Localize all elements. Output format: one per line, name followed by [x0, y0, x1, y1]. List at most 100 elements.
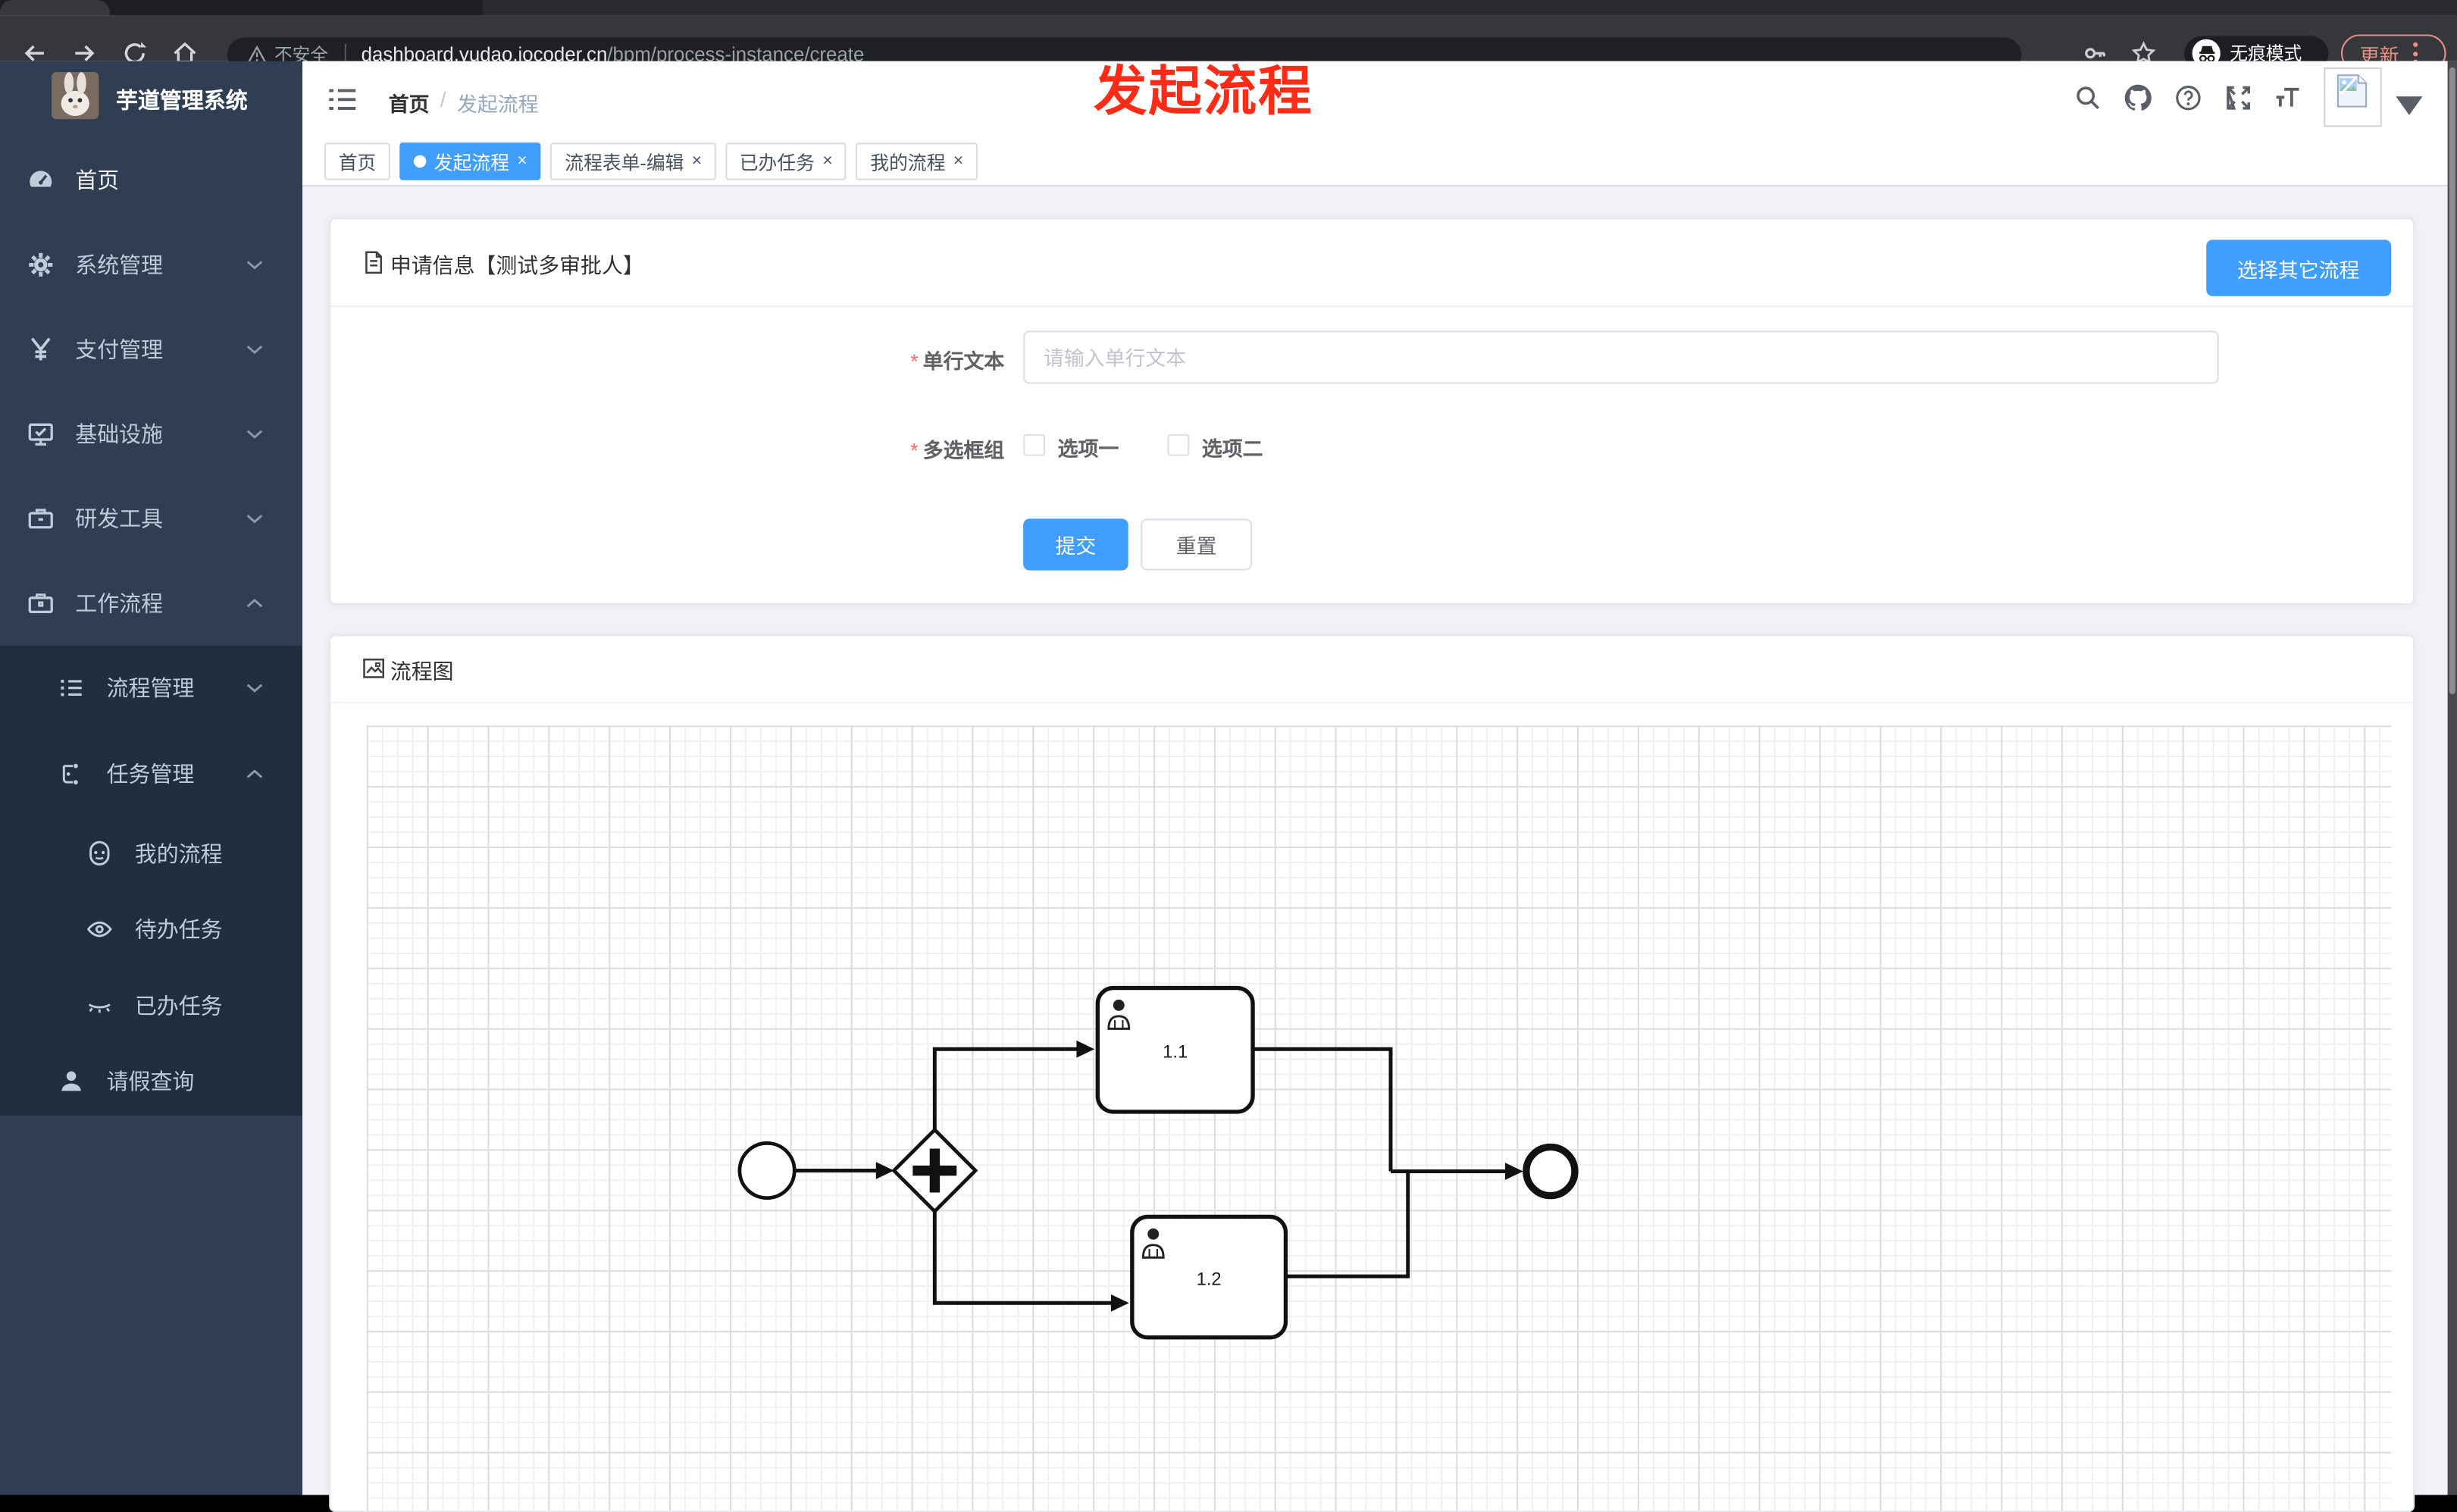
toolbox-icon: [28, 508, 53, 528]
arrowhead: [1075, 1039, 1094, 1057]
dashboard-icon: [30, 170, 52, 186]
bpmn-start-event[interactable]: [737, 1140, 796, 1200]
close-icon[interactable]: ×: [953, 152, 963, 171]
card-divider: [330, 701, 2414, 703]
font-size-icon[interactable]: [2274, 84, 2300, 111]
top-navbar: 首页 / 发起流程: [302, 60, 2457, 138]
sidebar-item-infrastructure[interactable]: 基础设施: [0, 402, 302, 465]
search-icon[interactable]: [2075, 84, 2102, 111]
chevron-down-icon: [246, 260, 263, 269]
tag-create-process[interactable]: 发起流程 ×: [399, 142, 542, 180]
tag-label: 已办任务: [739, 151, 815, 174]
choose-other-process-button[interactable]: 选择其它流程: [2206, 239, 2391, 296]
sidebar-item-payment[interactable]: 支付管理: [0, 318, 302, 380]
flow-task2-to-join: [1285, 1171, 1410, 1278]
hamburger-icon[interactable]: [329, 86, 356, 112]
app-logo[interactable]: [52, 71, 99, 119]
card-header: 流程图: [330, 636, 2413, 701]
sidebar-logo-row[interactable]: 芋道管理系统: [0, 61, 302, 149]
tag-label: 我的流程: [870, 151, 946, 174]
caret-down-icon[interactable]: [2396, 92, 2423, 118]
monitor-check-icon: [28, 422, 53, 445]
bpmn-user-task-1[interactable]: 1.1: [1094, 985, 1254, 1113]
sidebar-item-label: 基础设施: [75, 421, 164, 446]
checkbox-option-2-label[interactable]: 选项二: [1202, 433, 1263, 462]
breadcrumb-current: 发起流程: [456, 91, 539, 115]
close-icon[interactable]: ×: [822, 152, 832, 171]
chevron-down-icon: [246, 429, 263, 438]
required-asterisk: *: [910, 438, 919, 462]
sidebar-item-pending-tasks[interactable]: 待办任务: [0, 897, 302, 960]
chevron-up-icon: [246, 597, 263, 607]
eye-open-icon: [86, 920, 112, 937]
main-content: 申请信息【测试多审批人】 选择其它流程 *单行文本 *多选框组 选项一 选项二 …: [302, 186, 2457, 1512]
card-divider: [330, 305, 2414, 308]
sidebar-item-dev-tools[interactable]: 研发工具: [0, 487, 302, 549]
tag-done-tasks[interactable]: 已办任务 ×: [725, 142, 847, 180]
sidebar-item-home[interactable]: 首页: [0, 148, 302, 211]
sidebar-item-task-management[interactable]: 任务管理: [0, 742, 302, 805]
bpmn-canvas[interactable]: 1.1 1.2: [365, 725, 2392, 1511]
bpmn-parallel-gateway[interactable]: [890, 1126, 978, 1213]
sidebar-item-my-processes[interactable]: 我的流程: [0, 822, 302, 884]
scrollbar-thumb[interactable]: [2448, 66, 2455, 693]
sidebar-item-process-management[interactable]: 流程管理: [0, 656, 302, 718]
close-icon[interactable]: ×: [692, 152, 702, 171]
fullscreen-icon[interactable]: [2225, 84, 2252, 111]
sidebar-item-workflow[interactable]: 工作流程: [0, 571, 302, 634]
sidebar-item-label: 流程管理: [106, 675, 195, 700]
avatar[interactable]: [2323, 66, 2381, 127]
checkbox-option-1[interactable]: [1023, 434, 1046, 456]
card-title: 申请信息【测试多审批人】: [390, 252, 644, 277]
reset-button[interactable]: 重置: [1141, 518, 1253, 571]
sidebar-item-done-tasks[interactable]: 已办任务: [0, 974, 302, 1037]
sidebar-item-label: 请假查询: [106, 1068, 195, 1094]
github-icon[interactable]: [2124, 83, 2152, 111]
card-header: 申请信息【测试多审批人】: [330, 219, 2413, 305]
close-icon[interactable]: ×: [517, 152, 527, 171]
tag-my-processes[interactable]: 我的流程 ×: [856, 142, 978, 180]
flow-task1-to-join: [1252, 1046, 1392, 1171]
bpmn-diagram: 1.1 1.2: [737, 985, 1578, 1339]
tab-strip-segment: [482, 0, 2457, 16]
browser-active-tab[interactable]: [0, 0, 110, 16]
chevron-up-icon: [246, 769, 263, 778]
app-title: 芋道管理系统: [116, 86, 248, 112]
chevron-down-icon: [246, 514, 263, 523]
checkbox-option-1-label[interactable]: 选项一: [1058, 433, 1119, 462]
tag-label: 流程表单-编辑: [565, 151, 684, 174]
sidebar-item-system[interactable]: 系统管理: [0, 233, 302, 296]
submit-button[interactable]: 提交: [1023, 518, 1128, 571]
checkbox-field-label: * 多选框组: [910, 438, 1005, 462]
arrowhead: [1110, 1293, 1128, 1311]
bpmn-user-task-2[interactable]: 1.2: [1129, 1213, 1288, 1339]
annotation-title: 发起流程: [1094, 62, 1313, 123]
sidebar-item-label: 我的流程: [134, 841, 223, 866]
text-field-label: * 单行文本: [910, 349, 1005, 374]
breadcrumb-separator: /: [440, 86, 446, 111]
document-icon: [365, 251, 383, 274]
briefcase-icon: [28, 593, 53, 613]
tree-list-icon: [61, 678, 82, 696]
tag-form-edit[interactable]: 流程表单-编辑 ×: [550, 142, 716, 180]
chevron-down-icon: [246, 344, 263, 354]
picture-icon: [363, 659, 384, 679]
eye-closed-icon: [88, 1003, 111, 1013]
breadcrumb-home[interactable]: 首页: [389, 87, 430, 117]
breadcrumb: 首页 / 发起流程: [389, 87, 539, 117]
browser-tab-strip: [0, 0, 2457, 16]
bpmn-end-event[interactable]: [1522, 1142, 1578, 1199]
tag-label: 发起流程: [433, 151, 510, 174]
robot-face-icon: [89, 840, 110, 865]
flow-gateway-to-task2: [931, 1210, 1114, 1304]
arrowhead: [1504, 1162, 1523, 1179]
sidebar-item-leave-query[interactable]: 请假查询: [0, 1049, 302, 1112]
apply-info-card: 申请信息【测试多审批人】 选择其它流程 *单行文本 *多选框组 选项一 选项二 …: [329, 218, 2415, 606]
tag-home[interactable]: 首页: [324, 142, 390, 180]
arrowhead: [875, 1161, 894, 1179]
sidebar-item-label: 支付管理: [75, 336, 164, 362]
scrollbar[interactable]: [2446, 60, 2457, 1495]
single-line-text-input[interactable]: [1023, 330, 2219, 384]
help-icon[interactable]: [2175, 84, 2202, 111]
checkbox-option-2[interactable]: [1167, 434, 1190, 456]
